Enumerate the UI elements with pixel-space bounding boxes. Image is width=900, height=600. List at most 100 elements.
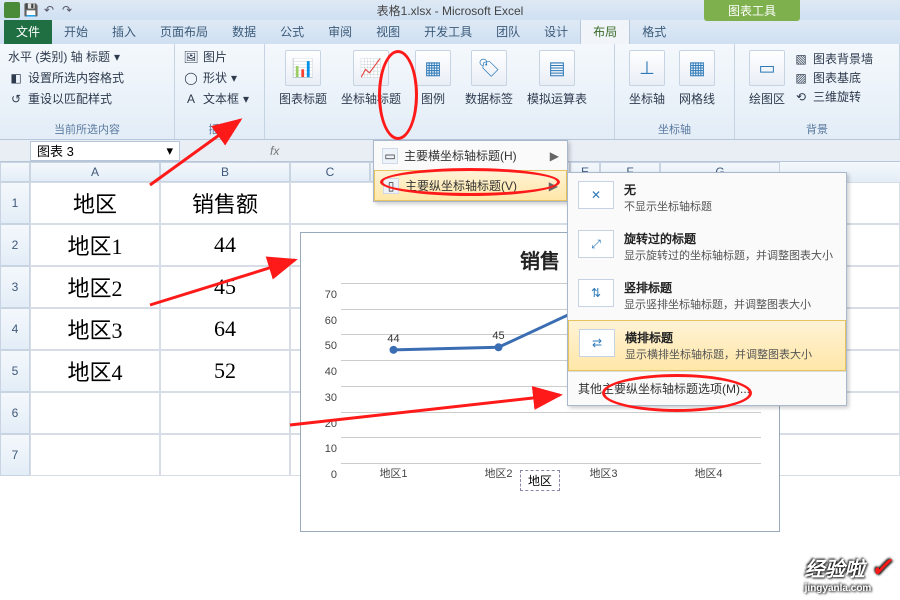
submenu-horizontal-title[interactable]: ⇄ 横排标题显示横排坐标轴标题，并调整图表大小 [568, 320, 846, 371]
rotation-3d-button[interactable]: ⟲三维旋转 [793, 88, 873, 105]
chart-wall-icon: ▧ [793, 51, 809, 67]
row-header[interactable]: 5 [0, 350, 30, 392]
cell[interactable]: 地区2 [30, 266, 160, 308]
cell[interactable]: 地区 [30, 182, 160, 224]
insert-textbox-button[interactable]: A文本框 ▾ [183, 90, 256, 107]
menu-primary-vertical-axis-title[interactable]: ▯ 主要纵坐标轴标题(V) ▶ [374, 170, 567, 201]
chart-y-tick: 0 [331, 469, 341, 481]
submenu-more-options[interactable]: 其他主要纵坐标轴标题选项(M)... [568, 371, 846, 405]
ribbon-group-current-selection: 当前所选内容 [0, 121, 174, 137]
cell[interactable]: 地区3 [30, 308, 160, 350]
save-icon[interactable]: 💾 [24, 3, 38, 17]
vertical-axis-title-submenu: ✕ 无不显示坐标轴标题 ⤢ 旋转过的标题显示旋转过的坐标轴标题，并调整图表大小 … [567, 172, 847, 406]
submenu-rotated-title[interactable]: ⤢ 旋转过的标题显示旋转过的坐标轴标题，并调整图表大小 [568, 222, 846, 271]
plot-area-button[interactable]: ▭绘图区 [743, 48, 791, 109]
data-table-icon: ▤ [539, 50, 575, 86]
data-table-button[interactable]: ▤模拟运算表 [521, 48, 593, 109]
fx-label[interactable]: fx [270, 144, 279, 158]
gridlines-button[interactable]: ▦网格线 [673, 48, 721, 109]
tab-insert[interactable]: 插入 [100, 19, 148, 44]
name-box-value: 图表 3 [37, 141, 74, 160]
cell[interactable]: 地区4 [30, 350, 160, 392]
row-header[interactable]: 2 [0, 224, 30, 266]
cell[interactable]: 销售额 [160, 182, 290, 224]
redo-icon[interactable]: ↷ [60, 3, 74, 17]
submenu-arrow-icon: ▶ [549, 179, 558, 193]
cell[interactable]: 64 [160, 308, 290, 350]
axes-label: 坐标轴 [629, 90, 665, 107]
row-header[interactable]: 7 [0, 434, 30, 476]
menu-primary-vertical-axis-label: 主要纵坐标轴标题(V) [405, 177, 517, 194]
tab-team[interactable]: 团队 [484, 19, 532, 44]
selection-dropdown[interactable]: 水平 (类别) 轴 标题 ▾ [8, 48, 166, 65]
cell[interactable]: 52 [160, 350, 290, 392]
horizontal-title-icon: ⇄ [579, 329, 615, 357]
tab-format[interactable]: 格式 [630, 19, 678, 44]
submenu-vertical-title[interactable]: ⇅ 竖排标题显示竖排坐标轴标题，并调整图表大小 [568, 271, 846, 320]
cell[interactable] [30, 434, 160, 476]
tab-formulas[interactable]: 公式 [268, 19, 316, 44]
col-header-C[interactable]: C [290, 162, 370, 182]
menu-primary-horizontal-axis-title[interactable]: ▭ 主要横坐标轴标题(H) ▶ [374, 141, 567, 170]
select-all-corner[interactable] [0, 162, 30, 182]
name-box[interactable]: 图表 3 ▾ [30, 141, 180, 161]
chart-x-axis-label[interactable]: 地区 [520, 470, 560, 491]
ribbon-group-background: 背景 [735, 121, 899, 137]
plot-area-label: 绘图区 [749, 90, 785, 107]
data-labels-button[interactable]: 🏷数据标签 [459, 48, 519, 109]
axes-button[interactable]: ⊥ 坐标轴 [623, 48, 671, 109]
row-header[interactable]: 4 [0, 308, 30, 350]
insert-picture-button[interactable]: 🖼图片 [183, 48, 256, 65]
chart-floor-button[interactable]: ▨图表基底 [793, 69, 873, 86]
chart-x-tick: 地区1 [379, 465, 407, 481]
legend-button[interactable]: ▦图例 [409, 48, 457, 109]
reset-style-button[interactable]: ↺重设以匹配样式 [8, 90, 166, 107]
axis-titles-menu: ▭ 主要横坐标轴标题(H) ▶ ▯ 主要纵坐标轴标题(V) ▶ [373, 140, 568, 202]
menu-primary-horizontal-axis-label: 主要横坐标轴标题(H) [404, 147, 517, 164]
undo-icon[interactable]: ↶ [42, 3, 56, 17]
tab-home[interactable]: 开始 [52, 19, 100, 44]
chart-title-button[interactable]: 📊图表标题 [273, 48, 333, 109]
cell[interactable] [30, 392, 160, 434]
ribbon-tabs: 文件 开始 插入 页面布局 数据 公式 审阅 视图 开发工具 团队 设计 布局 … [0, 20, 900, 44]
chart-x-tick: 地区2 [484, 465, 512, 481]
selection-dropdown-label: 水平 (类别) 轴 标题 [8, 48, 110, 65]
vertical-axis-icon: ▯ [383, 178, 399, 194]
axis-titles-button[interactable]: 📈坐标轴标题 [335, 48, 407, 109]
cell[interactable]: 44 [160, 224, 290, 266]
row-header[interactable]: 1 [0, 182, 30, 224]
tab-page-layout[interactable]: 页面布局 [148, 19, 220, 44]
tab-design[interactable]: 设计 [532, 19, 580, 44]
chart-wall-button[interactable]: ▧图表背景墙 [793, 50, 873, 67]
cell[interactable] [160, 434, 290, 476]
row-header[interactable]: 3 [0, 266, 30, 308]
picture-icon: 🖼 [183, 49, 199, 65]
chevron-down-icon[interactable]: ▾ [166, 143, 173, 159]
col-header-A[interactable]: A [30, 162, 160, 182]
axis-titles-label: 坐标轴标题 [341, 90, 401, 107]
rotation-3d-icon: ⟲ [793, 89, 809, 105]
axes-icon: ⊥ [629, 50, 665, 86]
col-header-B[interactable]: B [160, 162, 290, 182]
tab-file[interactable]: 文件 [4, 19, 52, 44]
cell[interactable]: 45 [160, 266, 290, 308]
chart-y-tick: 60 [325, 315, 341, 327]
watermark: 经验啦 ✓ jingyanla.com [805, 552, 892, 594]
tab-layout[interactable]: 布局 [580, 18, 630, 44]
cell[interactable]: 地区1 [30, 224, 160, 266]
format-selection-label: 设置所选内容格式 [28, 69, 124, 86]
chart-x-tick: 地区3 [589, 465, 617, 481]
quick-access-toolbar: 💾 ↶ ↷ [4, 2, 74, 18]
insert-shapes-button[interactable]: ◯形状 ▾ [183, 69, 256, 86]
chart-title-label: 图表标题 [279, 90, 327, 107]
tab-view[interactable]: 视图 [364, 19, 412, 44]
tab-data[interactable]: 数据 [220, 19, 268, 44]
tab-review[interactable]: 审阅 [316, 19, 364, 44]
ribbon-group-axes: 坐标轴 [615, 121, 734, 137]
tab-developer[interactable]: 开发工具 [412, 19, 484, 44]
submenu-none[interactable]: ✕ 无不显示坐标轴标题 [568, 173, 846, 222]
row-header[interactable]: 6 [0, 392, 30, 434]
cell[interactable] [160, 392, 290, 434]
submenu-vertical-title-label: 竖排标题 [624, 279, 811, 296]
format-selection-button[interactable]: ◧设置所选内容格式 [8, 69, 166, 86]
